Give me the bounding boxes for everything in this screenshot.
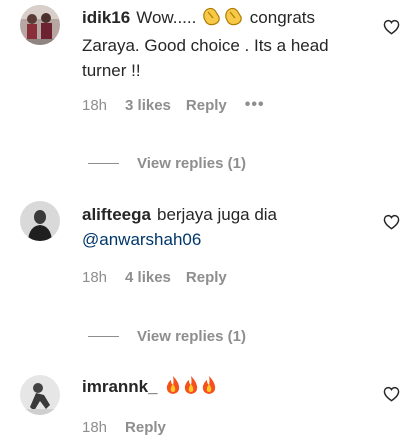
comment-username[interactable]: idik16	[82, 8, 130, 27]
view-replies-button[interactable]: View replies (1)	[88, 328, 246, 345]
heart-outline-icon[interactable]	[383, 19, 400, 35]
view-replies-label: View replies (1)	[137, 155, 246, 172]
avatar[interactable]	[20, 5, 60, 45]
comment-body: berjaya juga dia	[156, 205, 278, 224]
comment-body: Wow.....	[136, 8, 202, 27]
view-replies-label: View replies (1)	[137, 328, 246, 345]
divider-line	[88, 163, 119, 164]
comment-time[interactable]: 18h	[82, 97, 107, 114]
reply-button[interactable]: Reply	[186, 269, 227, 286]
heart-outline-icon[interactable]	[383, 386, 400, 402]
comment-time[interactable]: 18h	[82, 269, 107, 286]
comment-meta: 18h Reply	[82, 419, 184, 436]
comment-text: alifteega berjaya juga dia @anwarshah06	[82, 202, 367, 252]
divider-line	[88, 336, 119, 337]
comment-text: idik16 Wow..... congrats Zaraya. Good cho…	[82, 5, 367, 83]
comment-meta: 18h 3 likes Reply •••	[82, 96, 265, 114]
avatar[interactable]	[20, 375, 60, 415]
view-replies-button[interactable]: View replies (1)	[88, 155, 246, 172]
comment-username[interactable]: imrannk_	[82, 377, 158, 396]
heart-outline-icon[interactable]	[383, 214, 400, 230]
more-options-icon[interactable]: •••	[245, 96, 265, 114]
fire-emoji-icon	[164, 375, 218, 402]
likes-count[interactable]: 4 likes	[125, 269, 171, 286]
reply-button[interactable]: Reply	[186, 97, 227, 114]
avatar[interactable]	[20, 201, 60, 241]
likes-count[interactable]: 3 likes	[125, 97, 171, 114]
reply-button[interactable]: Reply	[125, 419, 166, 436]
mention-link[interactable]: @anwarshah06	[82, 230, 201, 249]
clapping-hands-emoji-icon	[201, 6, 245, 33]
comment-username[interactable]: alifteega	[82, 205, 151, 224]
comment-meta: 18h 4 likes Reply	[82, 269, 245, 286]
comment-time[interactable]: 18h	[82, 419, 107, 436]
comment-text: imrannk_	[82, 374, 367, 402]
